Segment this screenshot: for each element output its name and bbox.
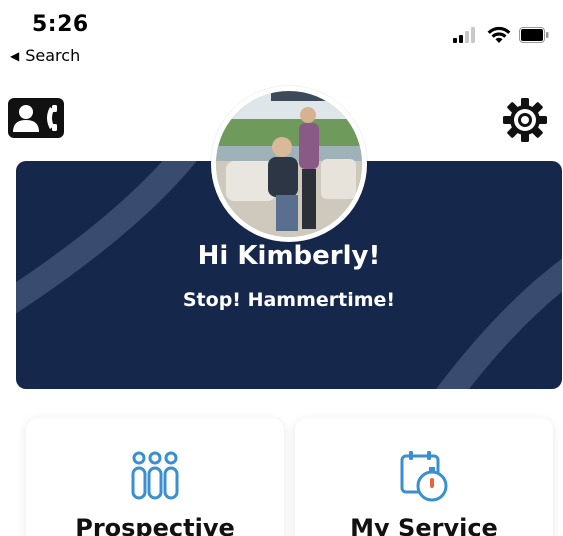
back-label: Search — [25, 46, 81, 65]
battery-icon — [519, 27, 549, 43]
tagline-text: Stop! Hammertime! — [182, 289, 396, 311]
status-time: 5:26 — [32, 12, 89, 37]
contact-card-icon — [8, 98, 64, 138]
prospective-card[interactable]: Prospective — [26, 418, 284, 536]
gear-icon — [503, 98, 547, 142]
calendar-stopwatch-icon — [400, 451, 448, 502]
status-icons — [453, 26, 549, 44]
status-bar: 5:26 ◀ Search — [0, 0, 563, 70]
settings-button[interactable] — [501, 96, 549, 144]
people-icon — [131, 451, 179, 500]
my-service-card[interactable]: My Service — [295, 418, 553, 536]
back-to-search-link[interactable]: ◀ Search — [10, 46, 80, 65]
wifi-icon — [487, 26, 511, 43]
contact-card-button[interactable] — [8, 98, 64, 138]
prospective-label: Prospective — [75, 514, 235, 536]
profile-photo — [216, 91, 362, 237]
greeting-text: Hi Kimberly! — [197, 241, 381, 271]
profile-avatar[interactable] — [211, 86, 367, 242]
cellular-signal-icon — [453, 27, 475, 43]
my-service-label: My Service — [350, 514, 498, 536]
back-arrow-icon: ◀ — [10, 48, 20, 63]
